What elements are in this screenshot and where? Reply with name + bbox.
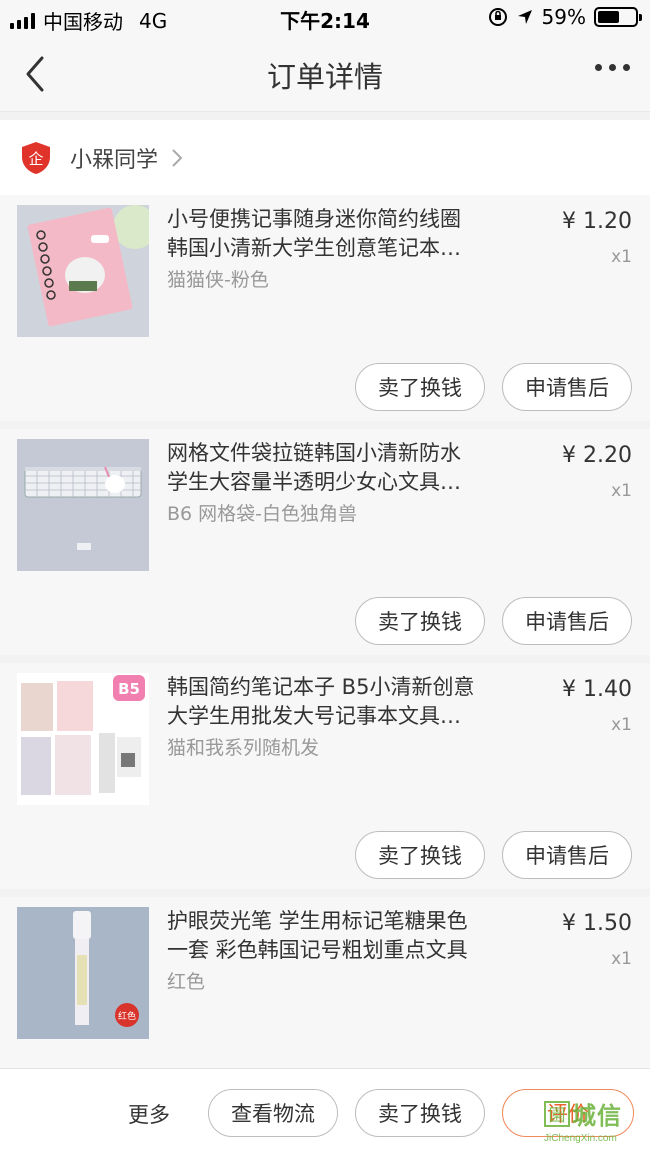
- product-quantity: x1: [611, 247, 632, 267]
- more-actions-link[interactable]: 更多: [128, 1099, 170, 1129]
- watermark-url: JiChengXin.com: [544, 1133, 617, 1144]
- status-right: 59%: [488, 5, 642, 29]
- product-thumbnail-b5-notebooks[interactable]: B5: [17, 673, 149, 805]
- watermark-logo-icon: 園: [544, 1100, 570, 1127]
- more-options-icon[interactable]: [595, 64, 630, 71]
- product-sku: 猫猫侠-粉色: [167, 269, 269, 291]
- thumbnail-badge: 红色: [118, 1010, 136, 1022]
- product-title[interactable]: 网格文件袋拉链韩国小清新防水 学生大容量半透明少女心文具…: [167, 439, 507, 497]
- location-arrow-icon: [517, 10, 532, 24]
- product-title[interactable]: 韩国简约笔记本子 B5小清新创意 大学生用批发大号记事本文具…: [167, 673, 507, 731]
- page-title: 订单详情: [266, 60, 383, 94]
- product-quantity: x1: [611, 481, 632, 501]
- chevron-right-icon: [172, 148, 183, 167]
- enterprise-shield-icon: 企: [22, 141, 50, 174]
- product-sku: 红色: [167, 971, 206, 993]
- shop-name: 小槑同学: [70, 147, 159, 173]
- order-item-list: 小号便携记事随身迷你简约线圈 韩国小清新大学生创意笔记本… 猫猫侠-粉色 ¥ 1…: [0, 195, 650, 1123]
- shop-row[interactable]: 企 小槑同学: [0, 120, 650, 195]
- product-price: ¥ 1.40: [562, 677, 632, 702]
- watermark-text: 城信: [572, 1102, 622, 1130]
- order-item[interactable]: 小号便携记事随身迷你简约线圈 韩国小清新大学生创意笔记本… 猫猫侠-粉色 ¥ 1…: [0, 195, 650, 421]
- svg-text:企: 企: [28, 150, 43, 168]
- product-title[interactable]: 小号便携记事随身迷你简约线圈 韩国小清新大学生创意笔记本…: [167, 205, 507, 263]
- after-sales-button[interactable]: 申请售后: [502, 831, 632, 879]
- after-sales-button[interactable]: 申请售后: [502, 363, 632, 411]
- product-thumbnail-highlighter[interactable]: 红色: [17, 907, 149, 1039]
- product-thumbnail-notebook[interactable]: [17, 205, 149, 337]
- bottom-action-bar: 更多 查看物流 卖了换钱 评价 園 城信 JiChengXin.com: [0, 1068, 650, 1156]
- product-price: ¥ 1.20: [562, 209, 632, 234]
- site-watermark: 園 城信 JiChengXin.com: [544, 1096, 644, 1152]
- divider: [0, 112, 650, 120]
- product-price: ¥ 2.20: [562, 443, 632, 468]
- after-sales-button[interactable]: 申请售后: [502, 597, 632, 645]
- view-logistics-button[interactable]: 查看物流: [208, 1089, 338, 1137]
- nav-bar: 订单详情: [0, 36, 650, 112]
- product-title[interactable]: 护眼荧光笔 学生用标记笔糖果色 一套 彩色韩国记号粗划重点文具: [167, 907, 507, 965]
- product-thumbnail-mesh-bag[interactable]: [17, 439, 149, 571]
- order-item[interactable]: 网格文件袋拉链韩国小清新防水 学生大容量半透明少女心文具… B6 网格袋-白色独…: [0, 429, 650, 655]
- battery-level: [598, 11, 620, 23]
- rotation-lock-icon: [488, 8, 507, 26]
- resell-button[interactable]: 卖了换钱: [355, 597, 485, 645]
- order-item[interactable]: B5 韩国简约笔记本子 B5小清新创意 大学生用批发大号记事本文具… 猫和我系列…: [0, 663, 650, 889]
- resell-all-button[interactable]: 卖了换钱: [355, 1089, 485, 1137]
- product-sku: 猫和我系列随机发: [167, 737, 320, 759]
- product-quantity: x1: [611, 949, 632, 969]
- resell-button[interactable]: 卖了换钱: [355, 831, 485, 879]
- resell-button[interactable]: 卖了换钱: [355, 363, 485, 411]
- product-price: ¥ 1.50: [562, 911, 632, 936]
- product-quantity: x1: [611, 715, 632, 735]
- battery-icon: [594, 7, 642, 27]
- battery-percent: 59%: [541, 5, 586, 29]
- thumbnail-badge: B5: [118, 680, 140, 698]
- status-bar: 中国移动 4G 下午2:14 59%: [0, 0, 650, 36]
- product-sku: B6 网格袋-白色独角兽: [167, 503, 358, 525]
